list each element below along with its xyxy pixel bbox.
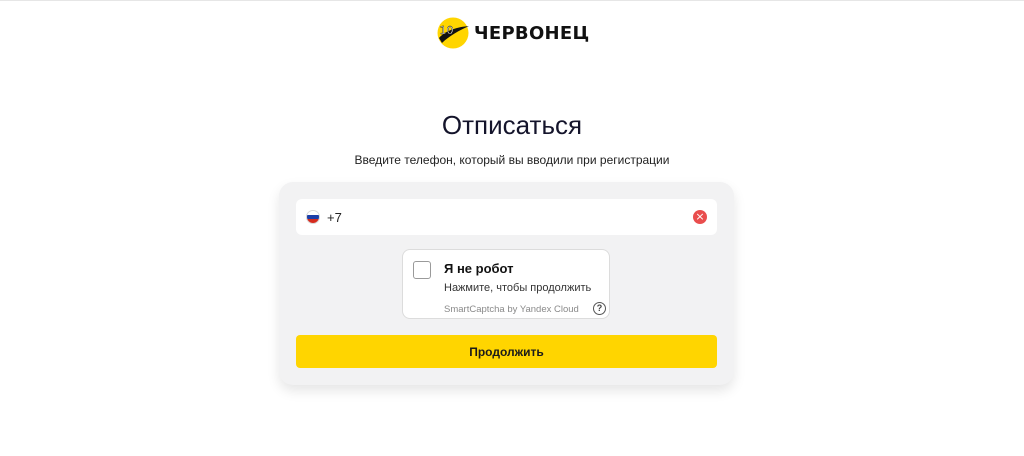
captcha-brand: SmartCaptcha by Yandex Cloud <box>444 304 579 315</box>
brand-logo[interactable]: 10 ЧЕРВОНЕЦ <box>436 16 590 50</box>
page-title: Отписаться <box>441 110 583 140</box>
captcha-checkbox[interactable] <box>413 261 431 279</box>
phone-field[interactable]: × <box>296 199 717 235</box>
phone-input[interactable] <box>327 209 693 225</box>
captcha-label: Я не робот <box>444 261 514 276</box>
continue-button[interactable]: Продолжить <box>296 335 717 368</box>
smart-captcha[interactable]: Я не робот Нажмите, чтобы продолжить Sma… <box>402 249 610 319</box>
captcha-hint: Нажмите, чтобы продолжить <box>444 282 592 294</box>
coin-logo-icon: 10 <box>437 17 469 49</box>
logo-numeral: 10 <box>440 24 454 37</box>
page-subtitle: Введите телефон, который вы вводили при … <box>354 153 670 167</box>
clear-icon[interactable]: × <box>693 210 707 224</box>
unsubscribe-form-card: × Я не робот Нажмите, чтобы продолжить S… <box>279 182 734 385</box>
unsubscribe-page: 10 ЧЕРВОНЕЦ Отписаться Введите телефон, … <box>0 0 1024 456</box>
help-icon[interactable]: ? <box>593 302 606 315</box>
brand-name: ЧЕРВОНЕЦ <box>474 22 590 44</box>
russia-flag-icon[interactable] <box>306 210 320 224</box>
